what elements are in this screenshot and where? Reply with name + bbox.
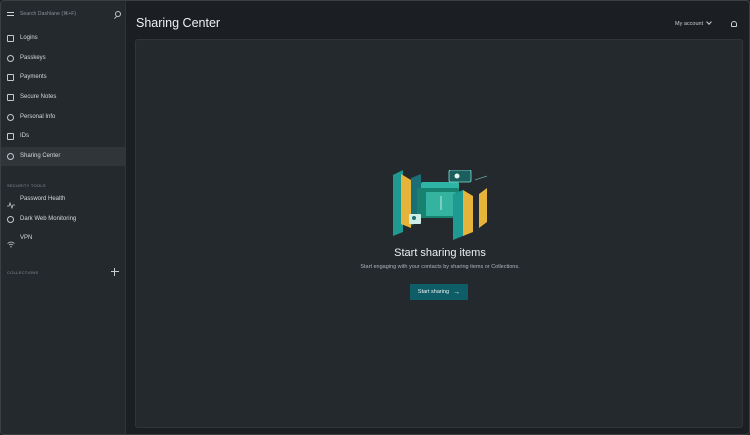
chevron-down-icon [706,19,712,25]
security-tools-heading: SECURITY TOOLS [7,183,46,188]
sidebar-item-password-health[interactable]: Password Health [1,190,126,210]
sidebar-item-label: VPN [20,235,33,241]
wifi-icon [7,235,15,248]
bell-icon[interactable] [731,21,737,27]
sidebar-item-ids[interactable]: IDs [1,127,126,146]
sidebar-item-logins[interactable]: Logins [1,29,126,48]
sidebar-item-label: Passkeys [20,55,46,61]
page-title: Sharing Center [136,16,221,30]
sidebar-item-dark-web-monitoring[interactable]: Dark Web Monitoring [1,210,126,229]
search-bar[interactable]: Search Dashlane (⌘+F) [1,7,126,25]
sidebar-item-label: IDs [20,133,29,139]
add-collection-icon[interactable] [111,268,119,276]
sidebar-item-label: Password Health [20,196,66,202]
sidebar-item-passkeys[interactable]: Passkeys [1,49,126,68]
empty-state-subtitle: Start engaging with your contacts by sha… [360,264,520,270]
start-sharing-label: Start sharing [417,289,450,295]
arrow-right-icon: → [453,288,461,296]
sidebar-item-label: Payments [20,74,47,80]
search-icon[interactable] [115,11,121,17]
sidebar-item-secure-notes[interactable]: Secure Notes [1,88,126,107]
sidebar-item-vpn[interactable]: VPN [1,229,126,248]
empty-state-title: Start sharing items [394,247,486,259]
sidebar-item-personal-info[interactable]: Personal Info [1,108,126,127]
search-input[interactable]: Search Dashlane (⌘+F) [20,11,76,17]
sidebar-item-label: Secure Notes [20,94,57,100]
sidebar-item-label: Personal Info [20,114,56,120]
person-icon [7,114,14,121]
sidebar-item-label: Dark Web Monitoring [20,216,77,222]
pulse-icon [7,196,15,210]
my-account-menu[interactable]: My account [675,19,712,27]
home-icon [7,35,14,42]
collections-heading: COLLECTIONS [7,270,39,275]
sidebar: Search Dashlane (⌘+F) Logins Passkeys Pa… [1,1,126,434]
my-account-label: My account [675,21,704,27]
sidebar-item-label: Sharing Center [20,153,61,159]
sidebar-item-sharing-center[interactable]: Sharing Center [1,147,126,166]
card-icon [7,74,14,81]
sidebar-item-label: Logins [20,35,38,41]
sharing-icon [7,153,14,160]
sharing-illustration-icon [393,170,488,240]
note-icon [7,94,14,101]
sidebar-item-payments[interactable]: Payments [1,68,126,87]
web-icon [7,216,14,223]
id-card-icon [7,133,14,140]
main-panel: Start sharing items Start engaging with … [135,39,743,428]
passkey-icon [7,55,14,62]
start-sharing-button[interactable]: Start sharing → [410,284,468,300]
app-window: Search Dashlane (⌘+F) Logins Passkeys Pa… [0,0,750,435]
menu-icon[interactable] [7,12,14,18]
